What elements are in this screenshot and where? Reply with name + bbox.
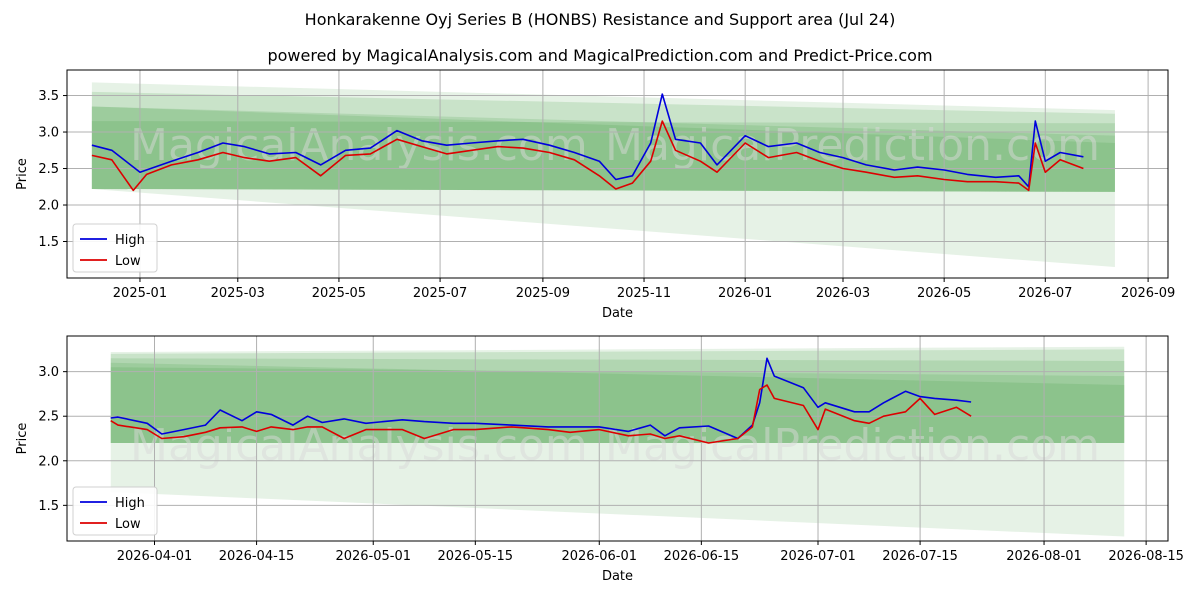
legend-label-low: Low: [115, 517, 141, 532]
x-axis-label: Date: [602, 569, 633, 584]
x-tick-label: 2026-08-15: [1108, 549, 1184, 564]
x-tick-label: 2026-06-01: [561, 549, 637, 564]
y-tick-label: 3.0: [38, 365, 59, 380]
y-axis-label: Price: [15, 158, 30, 190]
x-tick-label: 2026-09: [1121, 286, 1175, 301]
x-tick-label: 2026-08-01: [1006, 549, 1082, 564]
chart-panel-2: MagicalAnalysis.com MagicalPrediction.com…: [15, 335, 1184, 584]
chart-panel-1: MagicalAnalysis.com MagicalPrediction.com…: [15, 69, 1175, 321]
y-tick-label: 1.5: [38, 499, 59, 514]
plot-area: MagicalAnalysis.com MagicalPrediction.com: [67, 336, 1168, 541]
y-axis-label: Price: [15, 423, 30, 455]
x-tick-label: 2025-11: [617, 286, 671, 301]
x-tick-label: 2026-04-15: [219, 549, 295, 564]
y-tick-label: 1.5: [38, 235, 59, 250]
plot-area: MagicalAnalysis.com MagicalPrediction.com: [67, 70, 1168, 278]
x-tick-label: 2026-06-15: [664, 549, 740, 564]
legend-label-high: High: [115, 496, 145, 511]
y-tick-label: 2.0: [38, 454, 59, 469]
y-tick-label: 2.5: [38, 410, 59, 425]
y-tick-label: 3.0: [38, 126, 59, 141]
x-tick-label: 2026-05: [917, 286, 971, 301]
y-tick-label: 2.5: [38, 162, 59, 177]
x-tick-label: 2026-04-01: [117, 549, 193, 564]
x-axis-label: Date: [602, 306, 633, 321]
watermark-text: MagicalAnalysis.com: [130, 120, 588, 171]
legend-label-high: High: [115, 233, 145, 248]
x-tick-label: 2026-07: [1018, 286, 1072, 301]
legend-label-low: Low: [115, 254, 141, 269]
watermark-text: MagicalPrediction.com: [605, 120, 1100, 171]
x-tick-label: 2026-07-15: [882, 549, 958, 564]
legend: High Low: [72, 223, 158, 273]
x-tick-label: 2025-09: [516, 286, 570, 301]
charts-canvas: MagicalAnalysis.com MagicalPrediction.com…: [15, 69, 1184, 584]
x-tick-label: 2026-05-15: [438, 549, 514, 564]
y-tick-label: 2.0: [38, 199, 59, 214]
legend: High Low: [72, 486, 158, 536]
y-tick-label: 3.5: [38, 89, 59, 104]
x-tick-label: 2025-03: [211, 286, 265, 301]
x-tick-label: 2026-05-01: [335, 549, 411, 564]
x-tick-label: 2025-05: [312, 286, 366, 301]
x-tick-label: 2026-07-01: [780, 549, 856, 564]
x-tick-label: 2025-01: [113, 286, 167, 301]
x-tick-label: 2026-03: [816, 286, 870, 301]
x-tick-label: 2025-07: [413, 286, 467, 301]
x-tick-label: 2026-01: [718, 286, 772, 301]
